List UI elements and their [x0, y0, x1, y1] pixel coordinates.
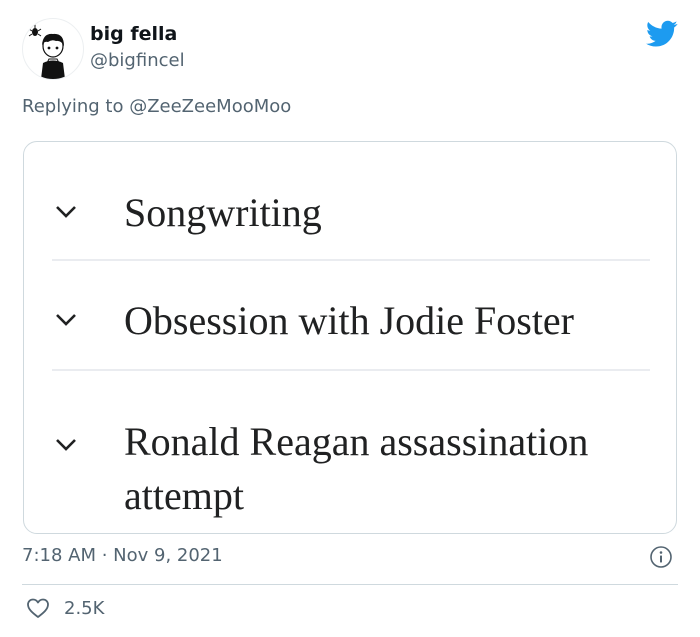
- twitter-bird-icon[interactable]: [646, 20, 678, 48]
- chevron-down-icon: [56, 314, 76, 326]
- reply-mention-link[interactable]: @ZeeZeeMooMoo: [129, 96, 291, 117]
- section-label: Songwriting: [124, 190, 322, 235]
- bug-doodle: [28, 23, 42, 37]
- media-image[interactable]: Songwriting Obsession with Jodie Foster …: [23, 141, 677, 534]
- section-label: Ronald Reagan assassination attempt: [124, 419, 589, 518]
- reply-prefix: Replying to: [22, 96, 130, 117]
- section-divider: [52, 369, 650, 371]
- like-count: 2.5K: [64, 597, 105, 619]
- reply-context: Replying to @ZeeZeeMooMoo: [22, 96, 291, 117]
- like-button[interactable]: 2.5K: [26, 597, 104, 619]
- chevron-down-icon: [56, 439, 76, 451]
- heart-icon: [27, 598, 49, 618]
- section-label: Obsession with Jodie Foster: [124, 298, 574, 343]
- collapsible-section[interactable]: Songwriting: [52, 186, 652, 240]
- info-icon[interactable]: [649, 545, 673, 569]
- avatar[interactable]: [22, 18, 84, 80]
- collapsible-section[interactable]: Ronald Reagan assassination attempt: [52, 415, 652, 523]
- display-name[interactable]: big fella: [90, 23, 177, 45]
- footer-divider: [22, 584, 678, 585]
- tweet-timestamp[interactable]: 7:18 AM · Nov 9, 2021: [22, 545, 223, 566]
- chevron-down-icon: [56, 206, 76, 218]
- section-divider: [52, 259, 650, 261]
- collapsible-section[interactable]: Obsession with Jodie Foster: [52, 294, 652, 348]
- user-handle[interactable]: @bigfincel: [90, 50, 185, 71]
- tweet-card: big fella @bigfincel Replying to @ZeeZee…: [0, 0, 700, 637]
